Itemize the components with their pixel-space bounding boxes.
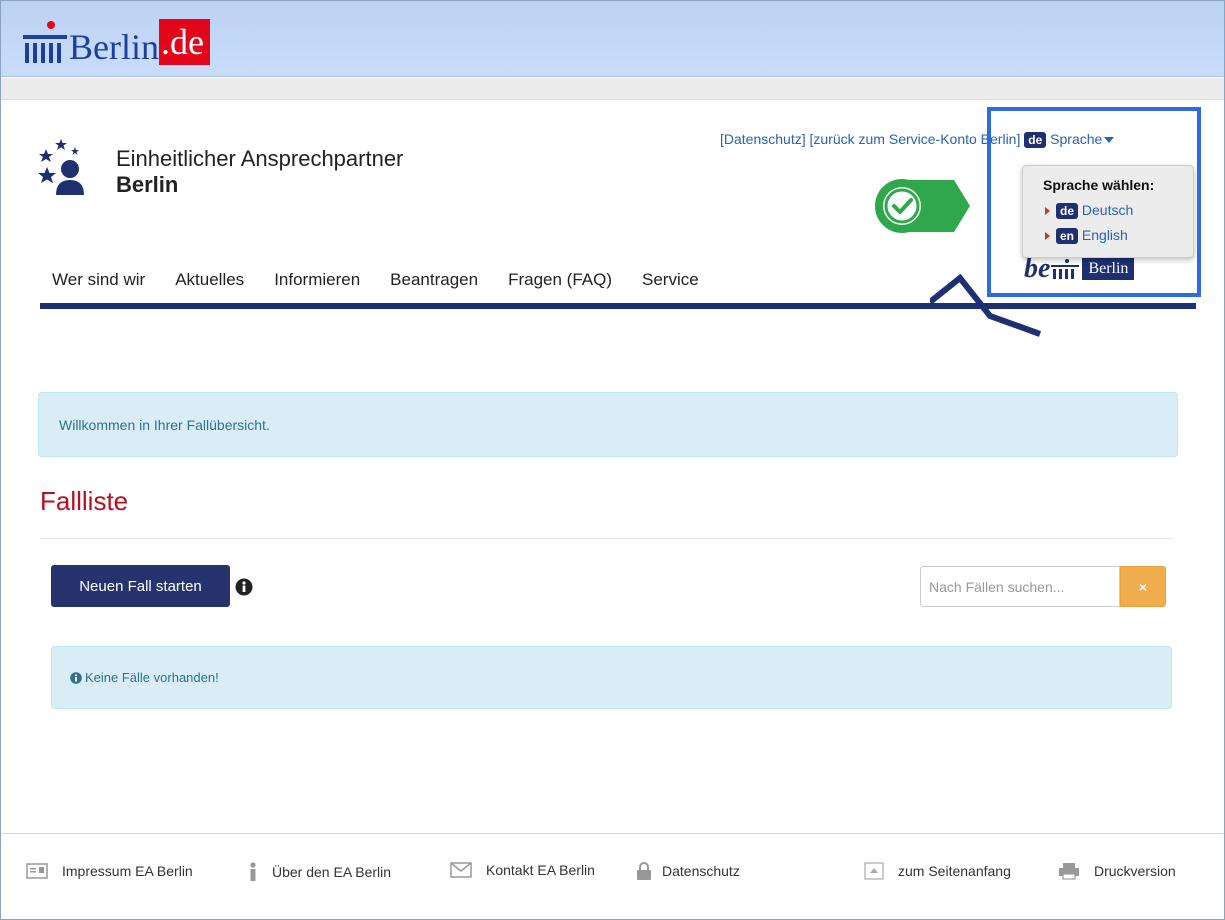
nav-item-informieren[interactable]: Informieren bbox=[274, 270, 360, 290]
info-icon[interactable] bbox=[235, 578, 253, 596]
main-nav: Wer sind wir Aktuelles Informieren Beant… bbox=[52, 270, 729, 290]
nav-item-faq[interactable]: Fragen (FAQ) bbox=[508, 270, 612, 290]
close-icon: × bbox=[1138, 578, 1148, 595]
footer: Impressum EA Berlin Über den EA Berlin K… bbox=[0, 862, 1225, 886]
footer-ueber-label: Über den EA Berlin bbox=[272, 864, 392, 880]
footer-top-label: zum Seitenanfang bbox=[898, 863, 1011, 879]
highlight-box bbox=[987, 107, 1201, 297]
footer-print-label: Druckversion bbox=[1094, 863, 1176, 879]
checkmark-badge-icon bbox=[875, 179, 970, 233]
brand-tld: .de bbox=[158, 19, 210, 65]
footer-impressum-label: Impressum EA Berlin bbox=[62, 863, 193, 879]
search-input[interactable] bbox=[920, 566, 1120, 607]
printer-icon bbox=[1059, 863, 1079, 880]
footer-kontakt-label: Kontakt EA Berlin bbox=[486, 862, 595, 878]
footer-impressum-link[interactable]: Impressum EA Berlin bbox=[26, 862, 193, 880]
footer-datenschutz-label: Datenschutz bbox=[662, 863, 740, 879]
info-person-icon bbox=[250, 862, 256, 881]
datenschutz-link[interactable]: [Datenschutz] bbox=[720, 131, 806, 147]
nav-item-beantragen[interactable]: Beantragen bbox=[390, 270, 478, 290]
ea-title: Einheitlicher Ansprechpartner Berlin bbox=[116, 146, 403, 198]
case-search: × bbox=[920, 566, 1166, 607]
welcome-alert: Willkommen in Ihrer Fallübersicht. bbox=[38, 392, 1178, 457]
envelope-icon bbox=[450, 862, 472, 878]
info-circle-icon bbox=[70, 671, 82, 684]
footer-kontakt-link[interactable]: Kontakt EA Berlin bbox=[450, 862, 595, 878]
clear-search-button[interactable]: × bbox=[1120, 566, 1166, 607]
arrow-up-icon bbox=[864, 862, 884, 880]
footer-divider bbox=[1, 833, 1224, 834]
nav-item-wer-sind-wir[interactable]: Wer sind wir bbox=[52, 270, 145, 290]
footer-print-link[interactable]: Druckversion bbox=[1058, 862, 1176, 880]
footer-datenschutz-link[interactable]: Datenschutz bbox=[636, 862, 740, 880]
page-title: Fallliste bbox=[40, 486, 129, 516]
brandenburg-gate-icon bbox=[23, 21, 67, 63]
no-cases-text: Keine Fälle vorhanden! bbox=[85, 670, 219, 685]
berlin-de-logo[interactable]: Berlin .de bbox=[21, 13, 210, 65]
ea-logo-icon[interactable] bbox=[36, 135, 106, 205]
no-cases-alert: Keine Fälle vorhanden! bbox=[51, 646, 1172, 709]
footer-top-link[interactable]: zum Seitenanfang bbox=[864, 862, 1011, 880]
welcome-text: Willkommen in Ihrer Fallübersicht. bbox=[59, 417, 270, 433]
berlin-de-banner: Berlin .de bbox=[1, 1, 1224, 77]
nav-item-service[interactable]: Service bbox=[642, 270, 699, 290]
ea-title-line2: Berlin bbox=[116, 172, 179, 197]
lock-icon bbox=[637, 862, 651, 880]
nav-item-aktuelles[interactable]: Aktuelles bbox=[175, 270, 244, 290]
no-cases-message: Keine Fälle vorhanden! bbox=[70, 670, 219, 685]
divider bbox=[40, 538, 1172, 539]
grey-strip bbox=[1, 78, 1224, 100]
brand-word: Berlin bbox=[69, 27, 159, 67]
nav-underline bbox=[40, 303, 1196, 309]
ea-title-line1: Einheitlicher Ansprechpartner bbox=[116, 146, 404, 171]
footer-ueber-link[interactable]: Über den EA Berlin bbox=[248, 862, 391, 882]
id-card-icon bbox=[26, 863, 48, 879]
new-case-button[interactable]: Neuen Fall starten bbox=[51, 565, 230, 607]
